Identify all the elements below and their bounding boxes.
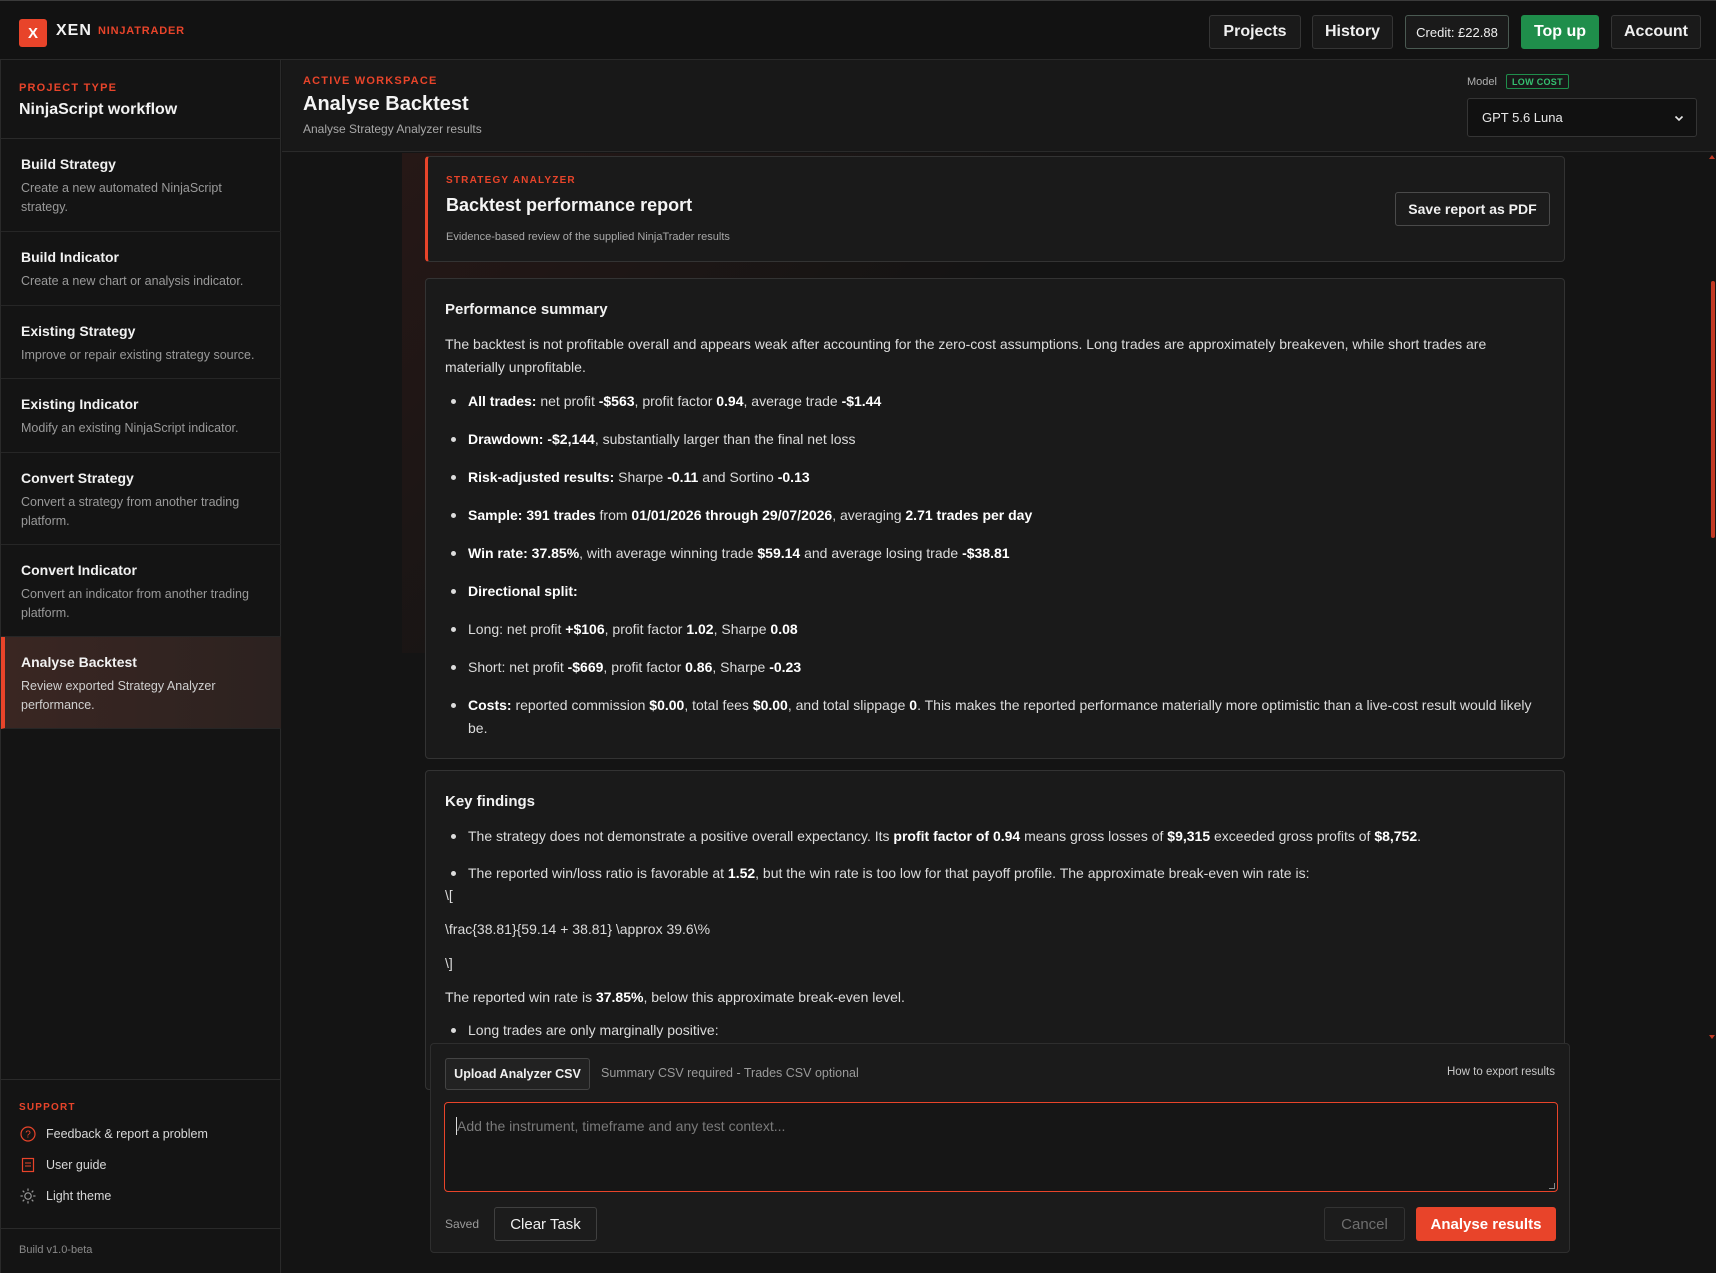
chevron-down-icon: [1674, 111, 1684, 126]
upload-csv-button[interactable]: Upload Analyzer CSV: [445, 1058, 590, 1090]
account-button[interactable]: Account: [1611, 15, 1701, 49]
active-workspace-label: ACTIVE WORKSPACE: [303, 75, 438, 87]
upload-hint: Summary CSV required - Trades CSV option…: [601, 1066, 859, 1080]
panel-title: Key findings: [445, 793, 536, 810]
nav-title: Existing Strategy: [21, 323, 136, 339]
report-header-card: STRATEGY ANALYZER Backtest performance r…: [425, 156, 1565, 262]
math-close: \]: [445, 955, 453, 971]
user-guide-label: User guide: [46, 1158, 107, 1172]
nav-desc: Modify an existing NinjaScript indicator…: [21, 421, 239, 435]
scroll-down-arrow[interactable]: [1709, 1035, 1715, 1039]
key-findings-panel: Key findings The strategy does not demon…: [425, 770, 1565, 1090]
context-textarea[interactable]: Add the instrument, timeframe and any te…: [444, 1102, 1558, 1192]
sidebar: PROJECT TYPE NinjaScript workflow Build …: [0, 60, 281, 1273]
nav-desc: Review exported Strategy Analyzer perfor…: [21, 679, 216, 712]
cancel-button[interactable]: Cancel: [1324, 1207, 1405, 1241]
model-select-value: GPT 5.6 Luna: [1482, 110, 1563, 125]
page-subtitle: Analyse Strategy Analyzer results: [303, 122, 482, 136]
app-product: NINJATRADER: [98, 25, 185, 37]
clear-task-button[interactable]: Clear Task: [494, 1207, 597, 1241]
sidebar-item-existing-indicator[interactable]: Existing Indicator Modify an existing Ni…: [1, 379, 281, 453]
nav-title: Existing Indicator: [21, 396, 139, 412]
resize-handle-icon[interactable]: [1549, 1183, 1555, 1189]
build-version: Build v1.0-beta: [19, 1244, 93, 1256]
finding-paragraph: The reported win rate is 37.85%, below t…: [445, 989, 905, 1005]
top-up-button[interactable]: Top up: [1521, 15, 1599, 49]
summary-bullet: Risk-adjusted results: Sharpe -0.11 and …: [451, 466, 1548, 489]
summary-bullet: Long: net profit +$106, profit factor 1.…: [451, 618, 1548, 641]
nav-title: Analyse Backtest: [21, 654, 137, 670]
model-label: Model: [1467, 76, 1497, 88]
summary-bullet: All trades: net profit -$563, profit fac…: [451, 390, 1548, 413]
sidebar-item-build-indicator[interactable]: Build Indicator Create a new chart or an…: [1, 232, 281, 306]
top-bar: X XEN NINJATRADER Projects History Credi…: [0, 0, 1716, 60]
finding-bullet: Long trades are only marginally positive…: [451, 1019, 1548, 1042]
summary-bullet: Win rate: 37.85%, with average winning t…: [451, 542, 1548, 565]
summary-bullet: Directional split:: [451, 580, 1548, 603]
nav-title: Build Strategy: [21, 156, 116, 172]
model-select[interactable]: GPT 5.6 Luna: [1467, 98, 1697, 137]
sidebar-item-existing-strategy[interactable]: Existing Strategy Improve or repair exis…: [1, 306, 281, 379]
analyse-results-button[interactable]: Analyse results: [1416, 1207, 1556, 1241]
strategy-analyzer-label: STRATEGY ANALYZER: [446, 175, 576, 186]
sidebar-item-analyse-backtest[interactable]: Analyse Backtest Review exported Strateg…: [1, 637, 281, 729]
report-title: Backtest performance report: [446, 195, 693, 215]
nav-desc: Create a new chart or analysis indicator…: [21, 274, 244, 288]
sun-icon: [20, 1188, 36, 1204]
nav-desc: Improve or repair existing strategy sour…: [21, 348, 255, 362]
composer: Upload Analyzer CSV Summary CSV required…: [430, 1043, 1570, 1253]
finding-bullet: The strategy does not demonstrate a posi…: [451, 825, 1548, 848]
math-open: \[: [445, 887, 453, 903]
scrollbar-thumb[interactable]: [1711, 281, 1715, 538]
summary-intro: The backtest is not profitable overall a…: [445, 336, 1487, 375]
how-to-export-link[interactable]: How to export results: [1447, 1066, 1555, 1078]
summary-bullet: Sample: 391 trades from 01/01/2026 throu…: [451, 504, 1548, 527]
saved-status: Saved: [445, 1217, 480, 1231]
page-title: Analyse Backtest: [303, 93, 469, 115]
feedback-link[interactable]: ? Feedback & report a problem: [20, 1124, 208, 1144]
finding-bullet: The reported win/loss ratio is favorable…: [451, 862, 1548, 885]
projects-button[interactable]: Projects: [1209, 15, 1301, 49]
textarea-placeholder: Add the instrument, timeframe and any te…: [457, 1118, 786, 1134]
project-type-label: PROJECT TYPE: [19, 82, 118, 94]
nav-title: Build Indicator: [21, 249, 119, 265]
support-label: SUPPORT: [19, 1102, 76, 1113]
sidebar-item-convert-indicator[interactable]: Convert Indicator Convert an indicator f…: [1, 545, 281, 637]
sidebar-item-convert-strategy[interactable]: Convert Strategy Convert a strategy from…: [1, 453, 281, 545]
summary-bullet: Short: net profit -$669, profit factor 0…: [451, 656, 1548, 679]
logo-icon: X: [19, 19, 47, 47]
save-pdf-button[interactable]: Save report as PDF: [1395, 192, 1550, 226]
document-icon: [20, 1157, 36, 1173]
feedback-label: Feedback & report a problem: [46, 1127, 208, 1141]
nav-desc: Create a new automated NinjaScript strat…: [21, 181, 222, 214]
panel-title: Performance summary: [445, 301, 608, 318]
performance-summary-panel: Performance summary The backtest is not …: [425, 278, 1565, 759]
nav-desc: Convert an indicator from another tradin…: [21, 587, 249, 620]
nav-desc: Convert a strategy from another trading …: [21, 495, 240, 528]
workspace-header: ACTIVE WORKSPACE Analyse Backtest Analys…: [282, 60, 1716, 152]
nav-title: Convert Strategy: [21, 470, 134, 486]
question-circle-icon: ?: [20, 1126, 36, 1142]
app-name: XEN: [56, 22, 92, 39]
credit-badge: Credit: £22.88: [1405, 15, 1509, 49]
nav-title: Convert Indicator: [21, 562, 137, 578]
summary-bullet: Costs: reported commission $0.00, total …: [451, 694, 1548, 740]
history-button[interactable]: History: [1312, 15, 1393, 49]
report-subtitle: Evidence-based review of the supplied Ni…: [446, 231, 730, 243]
low-cost-badge: LOW COST: [1506, 74, 1569, 89]
scroll-up-arrow[interactable]: [1709, 155, 1715, 159]
theme-label: Light theme: [46, 1189, 112, 1203]
theme-toggle[interactable]: Light theme: [20, 1186, 111, 1206]
project-type-value: NinjaScript workflow: [19, 101, 178, 118]
summary-bullet: Drawdown: -$2,144, substantially larger …: [451, 428, 1548, 451]
sidebar-divider: [1, 1079, 281, 1080]
user-guide-link[interactable]: User guide: [20, 1155, 106, 1175]
sidebar-item-build-strategy[interactable]: Build Strategy Create a new automated Ni…: [1, 139, 281, 232]
sidebar-divider: [1, 1228, 281, 1229]
svg-text:?: ?: [25, 1130, 31, 1141]
math-body: \frac{38.81}{59.14 + 38.81} \approx 39.6…: [445, 921, 711, 937]
